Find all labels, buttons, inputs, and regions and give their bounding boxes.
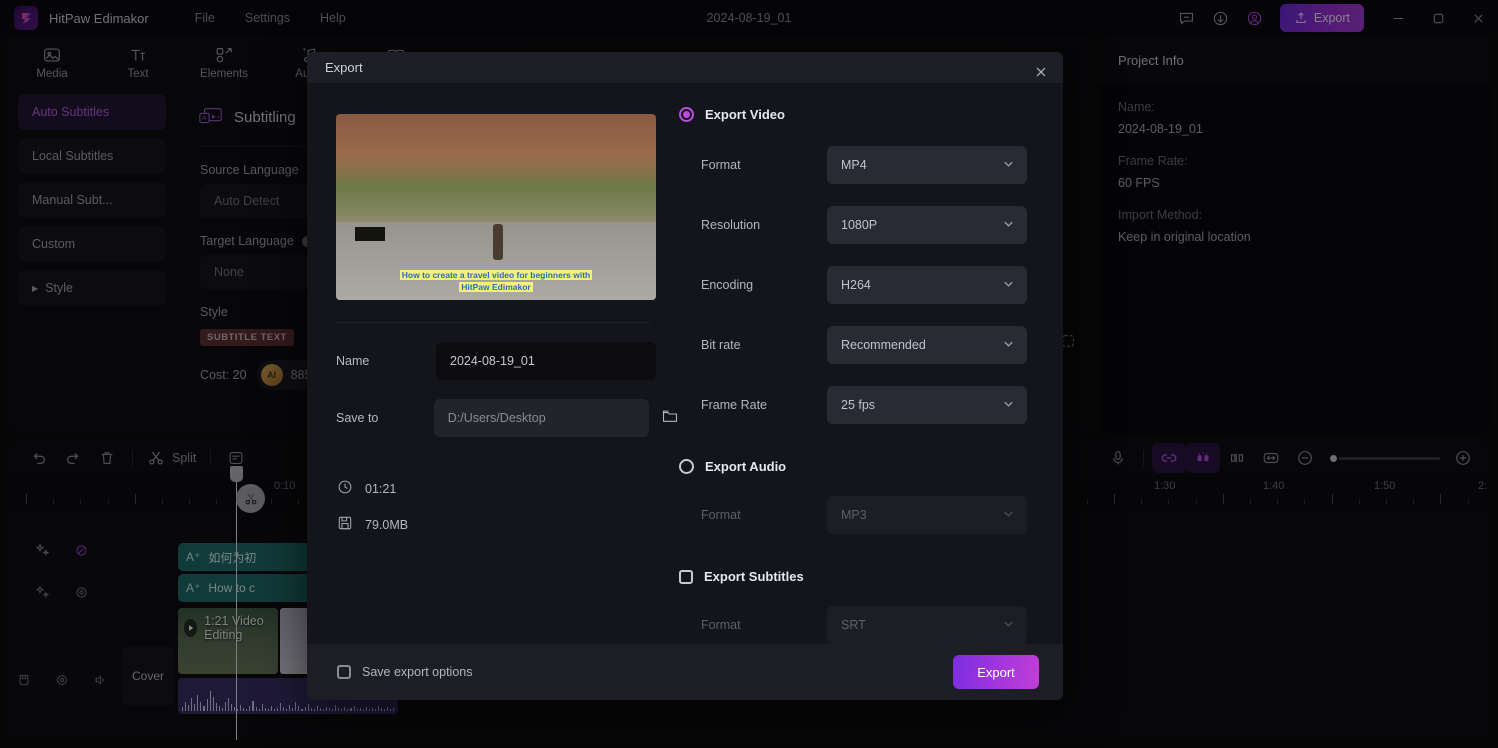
name-row: Name 2024-08-19_01: [307, 342, 679, 381]
preview-caption: How to create a travel video for beginne…: [346, 269, 646, 294]
bitrate-value: Recommended: [841, 338, 926, 353]
size-value: 79.0MB: [365, 517, 409, 532]
saveto-label: Save to: [336, 411, 379, 426]
preview-caption-line2: HitPaw Edimakor: [459, 282, 533, 293]
export-preview-thumbnail: How to create a travel video for beginne…: [336, 114, 656, 301]
framerate-row: Frame Rate 25 fps: [701, 386, 1063, 425]
export-left-divider: [336, 322, 650, 324]
save-export-options-checkbox[interactable]: [337, 665, 351, 680]
export-audio-radio[interactable]: [679, 459, 694, 475]
resolution-row: Resolution 1080P: [701, 206, 1063, 245]
subtitle-format-label: Format: [701, 618, 741, 633]
encoding-row: Encoding H264: [701, 266, 1063, 305]
duration-row: 01:21: [307, 479, 679, 498]
save-icon: [337, 515, 353, 534]
export-subtitles-option[interactable]: Export Subtitles: [679, 569, 1063, 584]
framerate-label: Frame Rate: [701, 398, 767, 413]
chevron-down-icon: [1002, 157, 1015, 173]
export-right-column: Export Video Format MP4 Resolution 1080P…: [679, 83, 1063, 645]
bitrate-label: Bit rate: [701, 338, 741, 353]
chevron-down-icon: [1002, 397, 1015, 413]
bitrate-row: Bit rate Recommended: [701, 326, 1063, 365]
app-window: HitPaw Edimakor File Settings Help 2024-…: [0, 0, 1498, 748]
export-dialog-footer: Save export options Export: [307, 644, 1063, 700]
format-select[interactable]: MP4: [827, 146, 1027, 185]
saveto-row: Save to D:/Users/Desktop: [307, 399, 679, 438]
close-icon[interactable]: [1029, 60, 1053, 84]
audio-format-row: Format MP3: [701, 496, 1063, 535]
export-dialog: Export How to create a travel video for …: [307, 52, 1063, 700]
export-video-fields: Format MP4 Resolution 1080P Encoding H26…: [701, 146, 1063, 425]
export-dialog-body: How to create a travel video for beginne…: [307, 83, 1063, 645]
name-input[interactable]: 2024-08-19_01: [436, 342, 656, 381]
preview-sign: [355, 226, 386, 241]
export-dialog-header: Export: [307, 52, 1063, 84]
bitrate-select[interactable]: Recommended: [827, 326, 1027, 365]
export-subtitles-title: Export Subtitles: [704, 569, 804, 585]
export-video-title: Export Video: [705, 107, 785, 123]
export-audio-fields: Format MP3: [701, 496, 1063, 535]
chevron-down-icon: [1002, 507, 1015, 523]
format-label: Format: [701, 158, 741, 173]
chevron-down-icon: [1002, 337, 1015, 353]
encoding-value: H264: [841, 278, 871, 293]
export-subtitles-checkbox[interactable]: [679, 569, 693, 584]
name-label: Name: [336, 354, 370, 369]
saveto-input-value: D:/Users/Desktop: [447, 411, 546, 426]
preview-caption-line1: How to create a travel video for beginne…: [399, 269, 593, 280]
chevron-down-icon: [1002, 217, 1015, 233]
clock-icon: [337, 479, 353, 498]
subtitle-format-row: Format SRT: [701, 606, 1063, 645]
audio-format-select[interactable]: MP3: [827, 496, 1027, 535]
encoding-label: Encoding: [701, 278, 754, 293]
audio-format-label: Format: [701, 508, 741, 523]
export-audio-title: Export Audio: [705, 459, 787, 475]
resolution-value: 1080P: [841, 218, 878, 233]
export-audio-option[interactable]: Export Audio: [679, 459, 1063, 475]
chevron-down-icon: [1002, 617, 1015, 633]
resolution-label: Resolution: [701, 218, 761, 233]
export-confirm-button[interactable]: Export: [953, 655, 1039, 690]
save-export-options-label: Save export options: [362, 665, 473, 680]
framerate-value: 25 fps: [841, 398, 876, 413]
audio-format-value: MP3: [841, 508, 867, 523]
export-video-radio[interactable]: [679, 107, 694, 123]
subtitle-format-value: SRT: [841, 618, 866, 633]
preview-person: [492, 223, 503, 260]
chevron-down-icon: [1002, 277, 1015, 293]
folder-icon[interactable]: [661, 407, 679, 430]
size-row: 79.0MB: [307, 515, 679, 534]
export-video-option[interactable]: Export Video: [679, 107, 1063, 123]
resolution-select[interactable]: 1080P: [827, 206, 1027, 245]
saveto-input[interactable]: D:/Users/Desktop: [433, 399, 649, 438]
format-value: MP4: [841, 158, 867, 173]
framerate-select[interactable]: 25 fps: [827, 386, 1027, 425]
subtitle-format-select[interactable]: SRT: [827, 606, 1027, 645]
export-subtitles-fields: Format SRT: [701, 606, 1063, 645]
export-dialog-title: Export: [325, 60, 363, 76]
name-input-value: 2024-08-19_01: [450, 354, 535, 369]
export-left-column: How to create a travel video for beginne…: [307, 83, 679, 644]
format-row: Format MP4: [701, 146, 1063, 185]
encoding-select[interactable]: H264: [827, 266, 1027, 305]
duration-value: 01:21: [365, 481, 397, 496]
save-export-options-row[interactable]: Save export options: [337, 665, 473, 680]
